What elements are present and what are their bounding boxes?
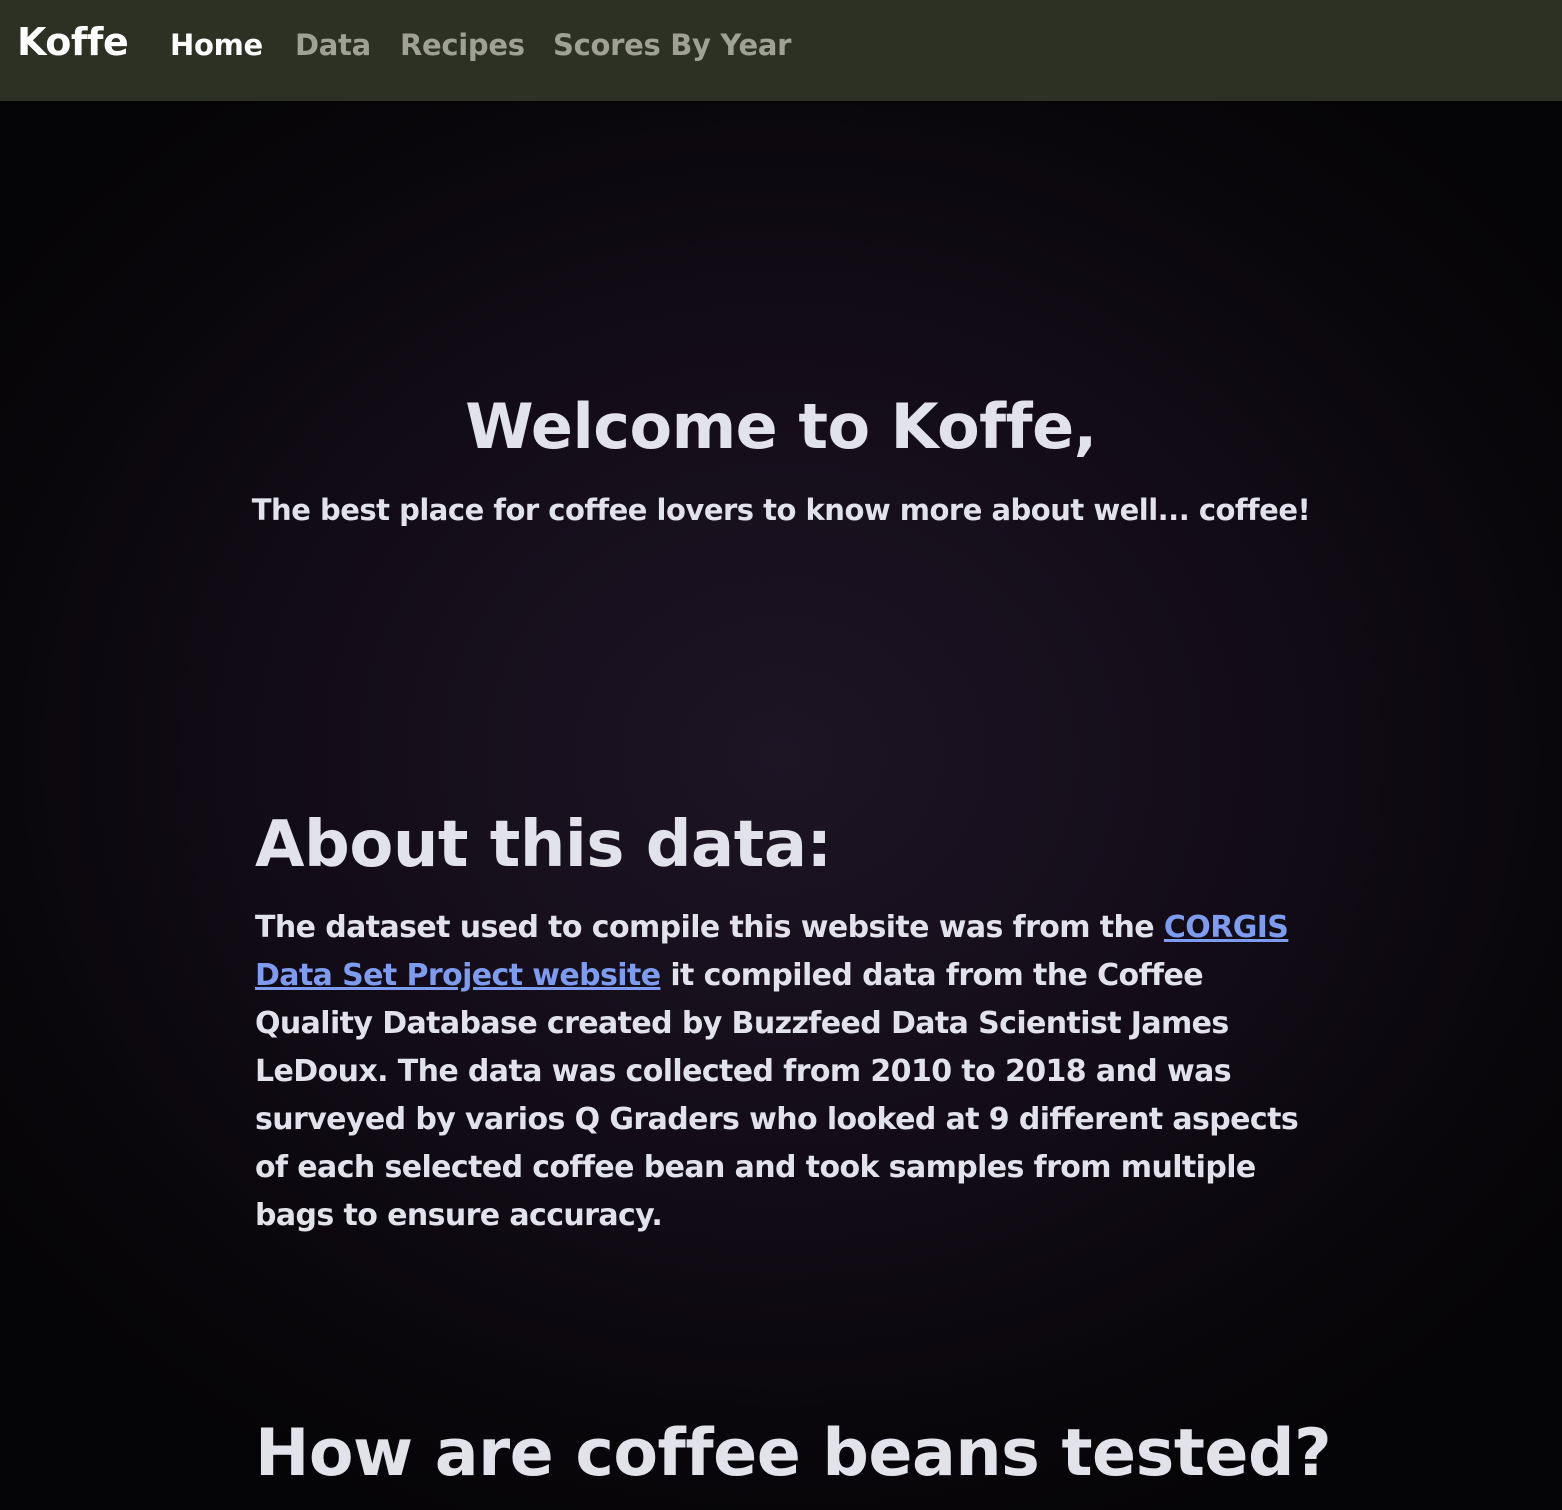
testing-heading: How are coffee beans tested?: [255, 1416, 1332, 1491]
navbar: Koffe Home Data Recipes Scores By Year: [0, 0, 1562, 101]
hero-title: Welcome to Koffe,: [465, 390, 1097, 463]
about-text-intro: The dataset used to compile this website…: [255, 910, 1164, 945]
nav-link-home[interactable]: Home: [170, 28, 263, 62]
nav-link-data[interactable]: Data: [295, 28, 371, 62]
nav-link-scores-by-year[interactable]: Scores By Year: [553, 28, 791, 62]
about-paragraph: The dataset used to compile this website…: [255, 904, 1315, 1240]
brand-logo[interactable]: Koffe: [17, 20, 129, 64]
about-heading: About this data:: [255, 808, 832, 882]
nav-link-recipes[interactable]: Recipes: [400, 28, 525, 62]
hero-subtitle: The best place for coffee lovers to know…: [251, 493, 1311, 527]
about-text-body: it compiled data from the Coffee Quality…: [255, 958, 1299, 1233]
